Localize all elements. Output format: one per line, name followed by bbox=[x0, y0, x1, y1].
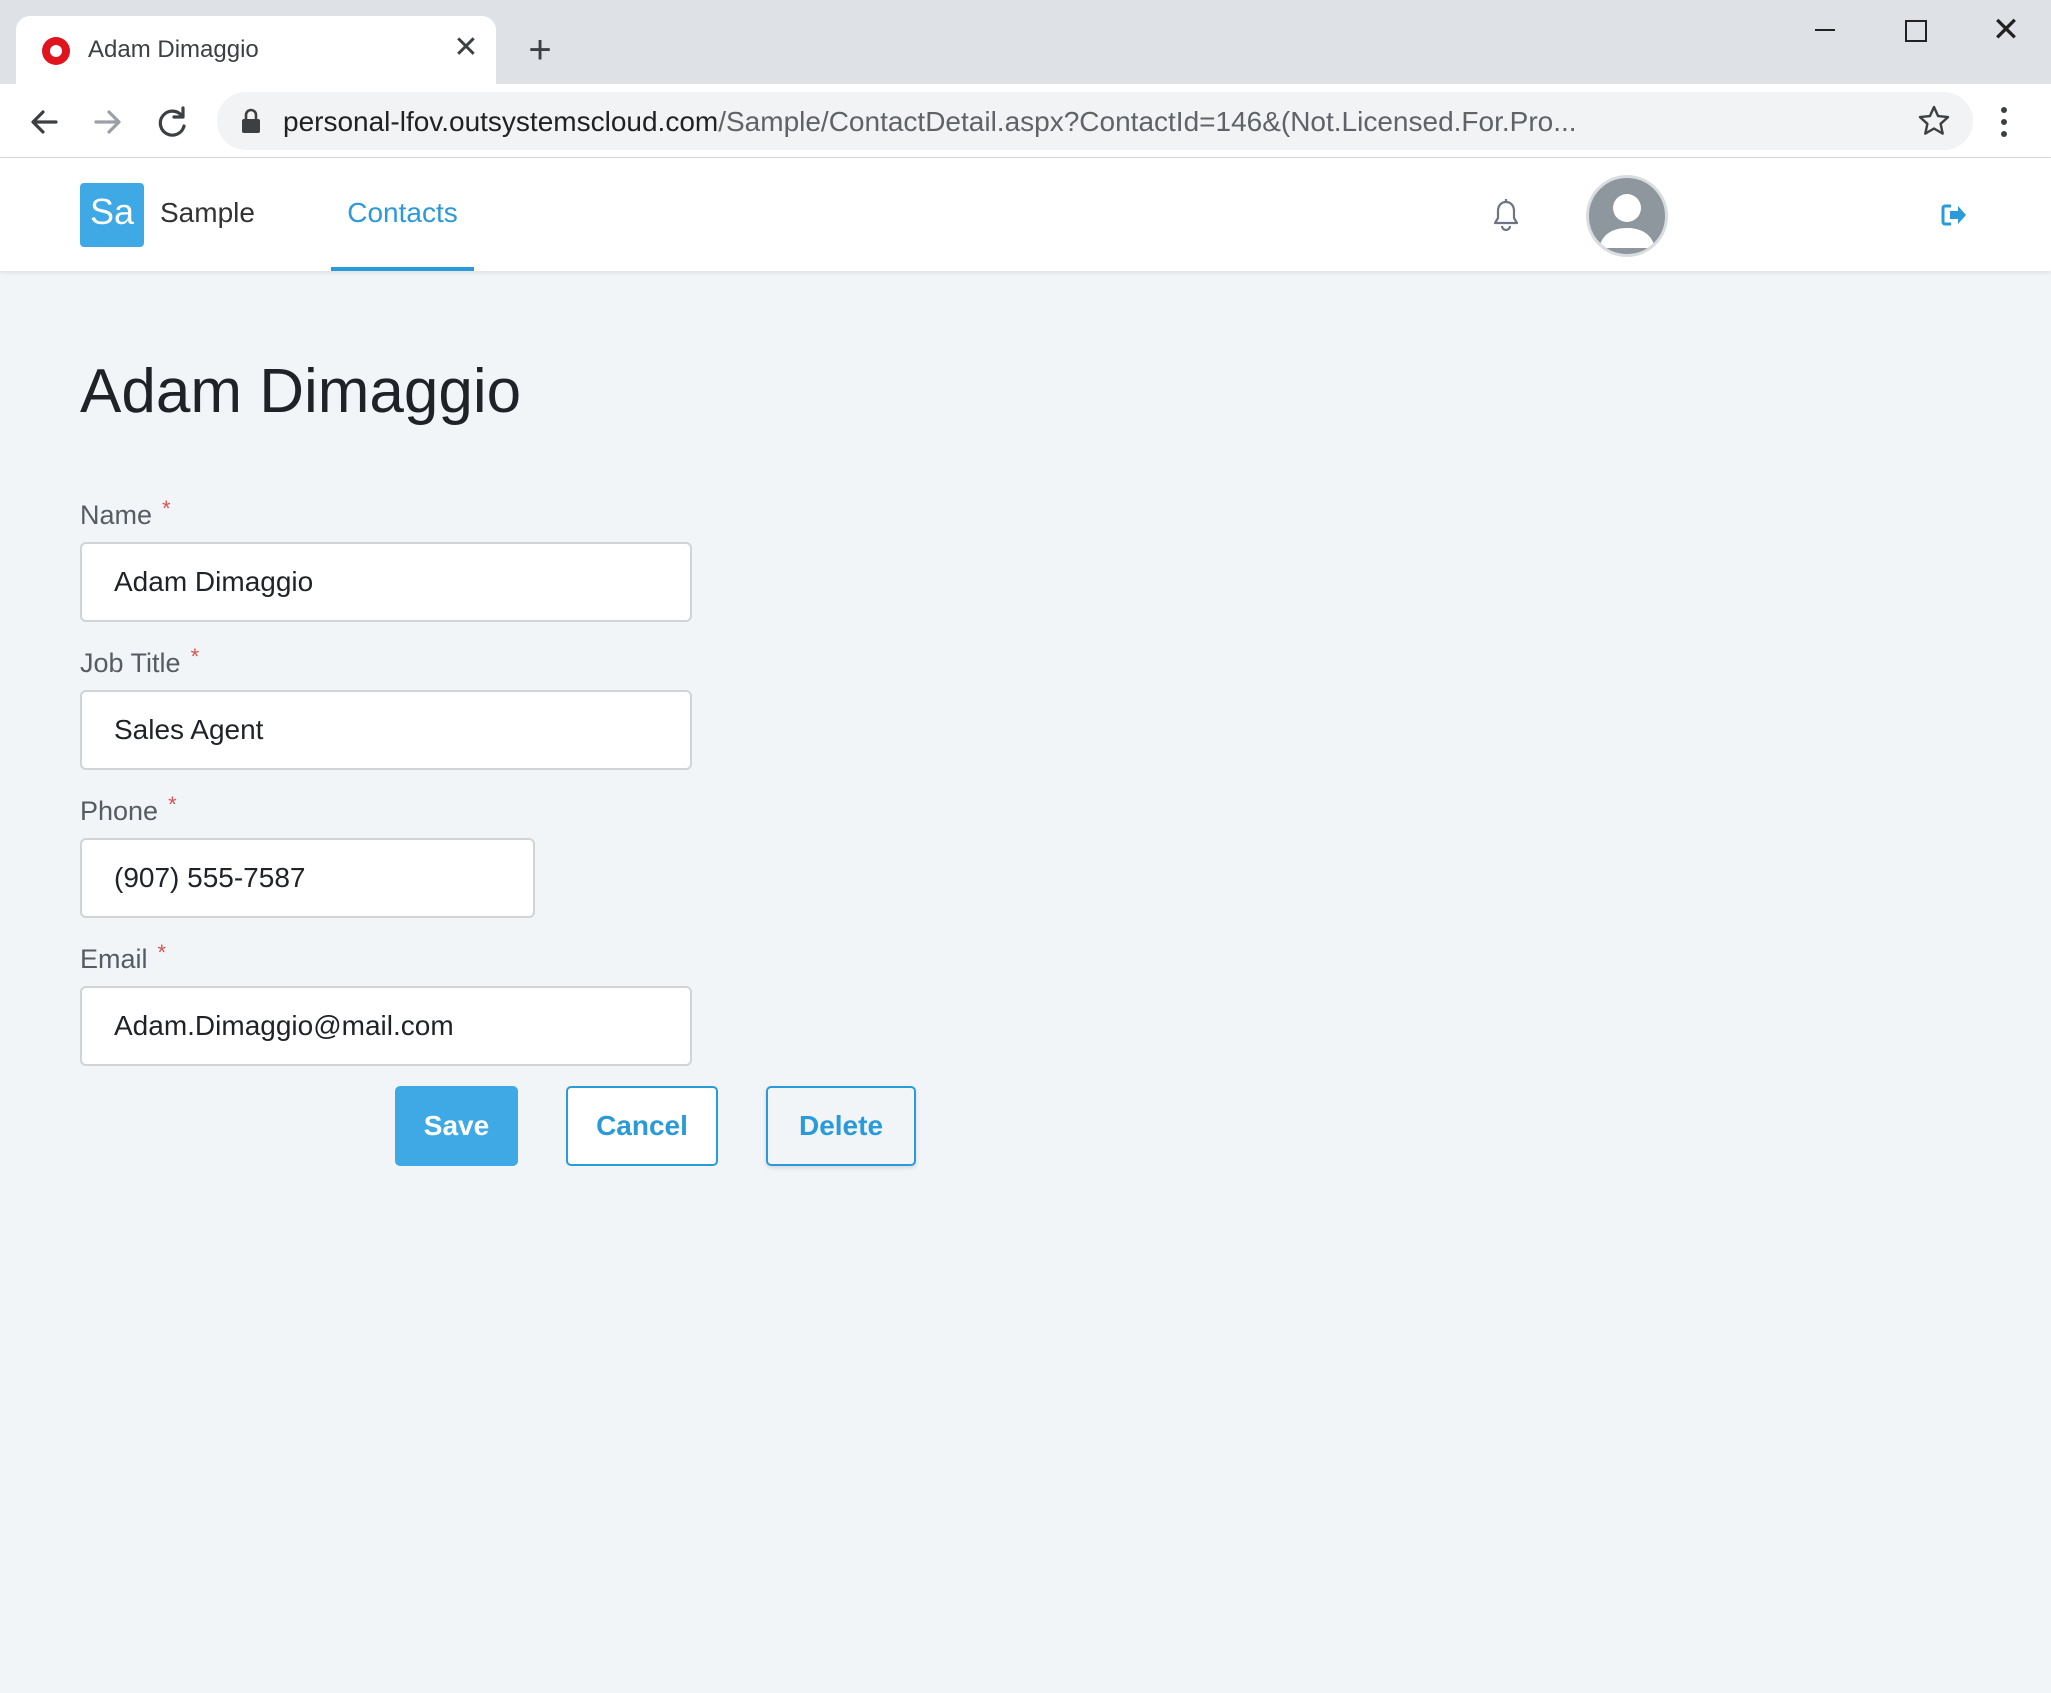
reload-icon[interactable] bbox=[150, 100, 194, 144]
url-text[interactable]: personal-lfov.outsystemscloud.com/Sample… bbox=[283, 106, 1577, 138]
address-bar[interactable]: personal-lfov.outsystemscloud.com/Sample… bbox=[217, 92, 1973, 150]
phone-label-text: Phone bbox=[80, 796, 159, 826]
bookmark-star-icon[interactable] bbox=[1917, 104, 1951, 138]
window-close-icon[interactable]: ✕ bbox=[1976, 10, 2036, 50]
required-marker: * bbox=[162, 496, 171, 521]
phone-label: Phone * bbox=[80, 792, 177, 827]
required-marker: * bbox=[168, 792, 177, 817]
browser-tab[interactable]: Adam Dimaggio ✕ bbox=[16, 16, 496, 84]
job-title-label-text: Job Title bbox=[80, 648, 181, 678]
cancel-button[interactable]: Cancel bbox=[566, 1086, 718, 1166]
name-input[interactable]: Adam Dimaggio bbox=[80, 542, 692, 622]
name-label-text: Name bbox=[80, 500, 153, 530]
logout-icon[interactable] bbox=[1940, 202, 1968, 228]
nav-item-contacts[interactable]: Contacts bbox=[331, 158, 474, 271]
browser-toolbar: personal-lfov.outsystemscloud.com/Sample… bbox=[0, 84, 2051, 158]
job-title-input[interactable]: Sales Agent bbox=[80, 690, 692, 770]
required-marker: * bbox=[157, 940, 167, 965]
forward-arrow-icon[interactable] bbox=[86, 100, 130, 144]
required-marker: * bbox=[190, 644, 200, 669]
phone-input[interactable]: (907) 555-7587 bbox=[80, 838, 535, 918]
tab-title: Adam Dimaggio bbox=[88, 36, 259, 63]
url-path: /Sample/ContactDetail.aspx?ContactId=146… bbox=[718, 106, 1577, 137]
app-name[interactable]: Sample bbox=[160, 197, 255, 229]
notification-bell-icon[interactable] bbox=[1490, 198, 1522, 232]
name-label: Name * bbox=[80, 496, 171, 531]
url-host: personal-lfov.outsystemscloud.com bbox=[283, 106, 719, 137]
page-title: Adam Dimaggio bbox=[80, 357, 522, 426]
email-input[interactable]: Adam.Dimaggio@mail.com bbox=[80, 986, 692, 1066]
nav-item-contacts-label: Contacts bbox=[347, 197, 458, 228]
back-arrow-icon[interactable] bbox=[22, 100, 66, 144]
site-favicon-icon bbox=[42, 37, 70, 65]
browser-menu-icon[interactable] bbox=[1992, 102, 2016, 142]
app-header: Sa Sample Contacts bbox=[0, 158, 2051, 271]
lock-icon[interactable] bbox=[241, 108, 261, 134]
save-button[interactable]: Save bbox=[395, 1086, 518, 1166]
browser-tabstrip: Adam Dimaggio ✕ + ✕ bbox=[0, 0, 2051, 84]
delete-button[interactable]: Delete bbox=[766, 1086, 916, 1166]
user-avatar[interactable] bbox=[1586, 175, 1668, 257]
email-label-text: Email bbox=[80, 944, 148, 974]
window-maximize-icon[interactable] bbox=[1884, 10, 1944, 50]
new-tab-icon[interactable]: + bbox=[520, 28, 560, 72]
window-minimize-icon[interactable] bbox=[1795, 10, 1855, 50]
tab-close-icon[interactable]: ✕ bbox=[448, 30, 484, 66]
app-logo[interactable]: Sa bbox=[80, 183, 144, 247]
job-title-label: Job Title * bbox=[80, 644, 199, 679]
email-label: Email * bbox=[80, 940, 166, 975]
